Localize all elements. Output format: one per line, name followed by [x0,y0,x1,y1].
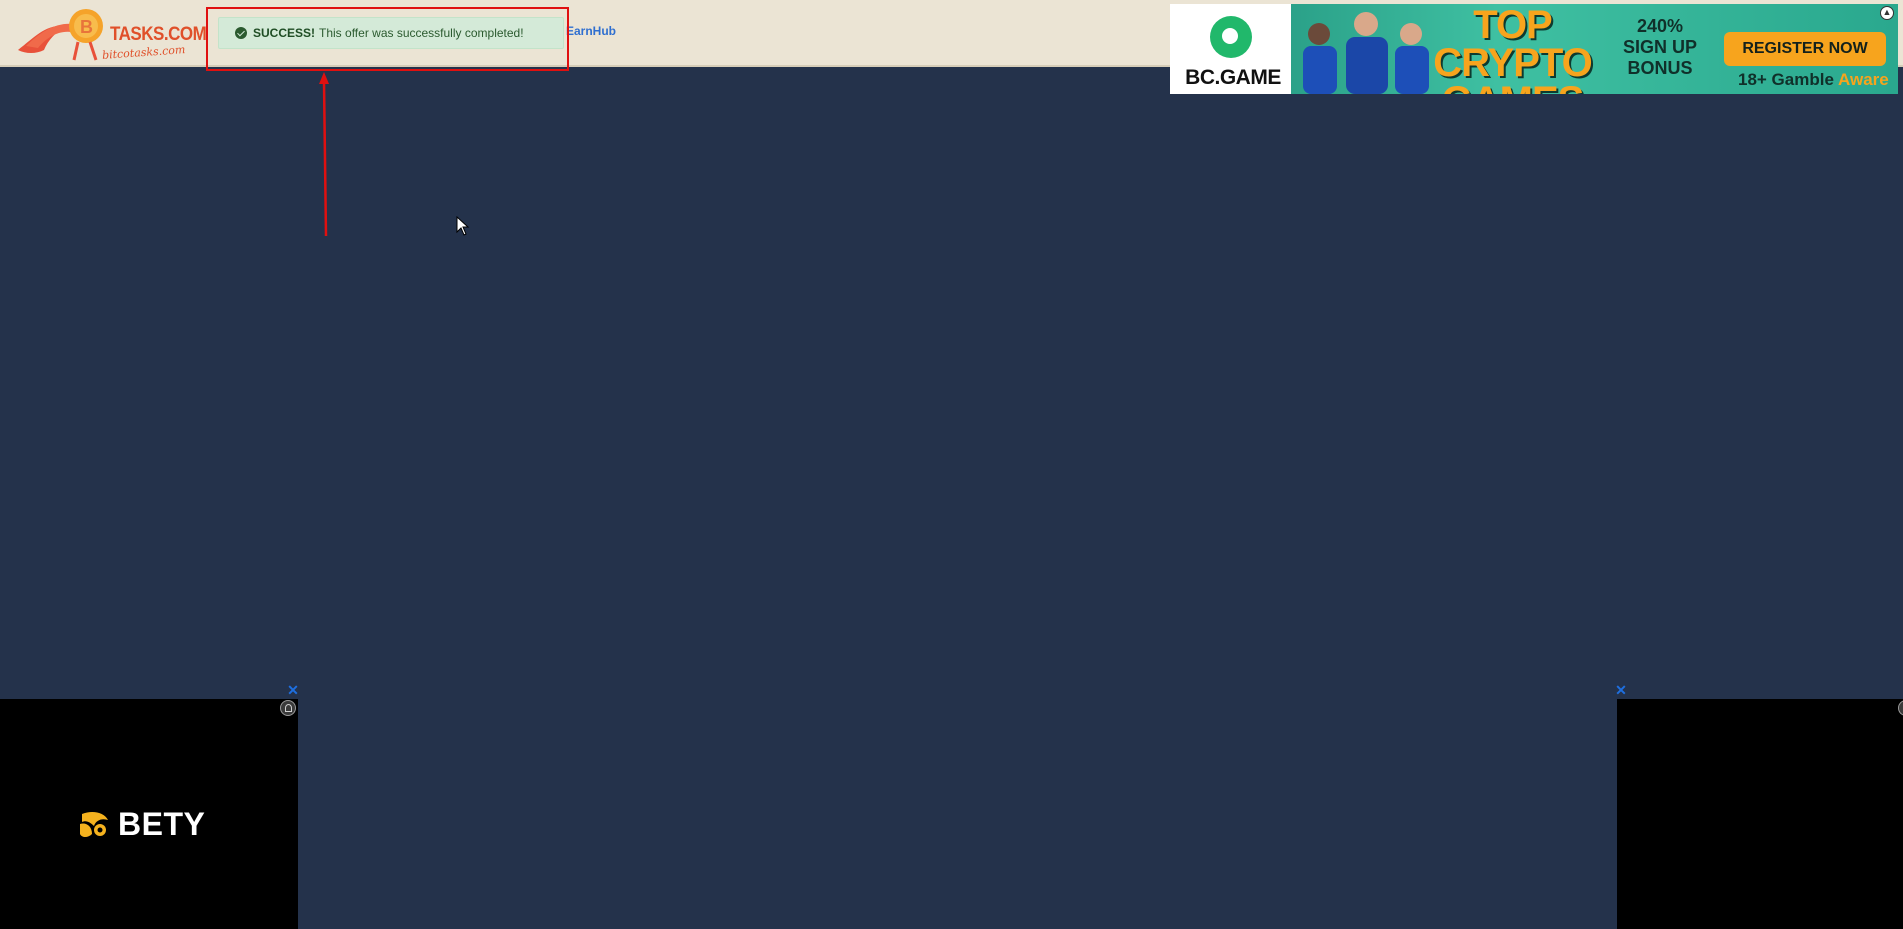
svg-text:B: B [80,17,93,37]
close-icon[interactable]: ✕ [287,683,299,697]
gamble-aware-note: 18+ Gamble Aware [1738,70,1889,90]
bety-brand-text: BETY [118,806,206,842]
adchoices-icon[interactable]: ▲ [1880,6,1894,20]
annotation-arrow-icon [319,72,329,236]
ad-bonus-line: SIGN UP [1622,37,1697,57]
annotation-highlight-box [206,7,569,71]
ad-players-image [1303,12,1429,94]
ad-bonus-text: 240% SIGN UP BONUS [1610,16,1710,79]
ad-brand-panel: BC.GAME [1170,4,1291,94]
mouse-cursor-icon [456,216,470,236]
register-now-button[interactable]: REGISTER NOW [1724,32,1886,66]
aware-text: Aware [1838,70,1889,89]
logo-text: TASKS.COM [110,22,207,45]
close-icon[interactable]: ✕ [1615,683,1627,697]
bety-logo: BETY [78,806,220,842]
bc-game-logo-icon [1210,16,1252,58]
ad-bonus-line: 240% [1636,16,1684,36]
nav-link-earnhub[interactable]: EarnHub [566,24,616,38]
ad-brand-name: BC.GAME [1185,66,1281,89]
site-logo[interactable]: B TASKS.COM bitcotasks.com [16,6,207,62]
ad-bonus-line: BONUS [1627,58,1693,78]
bottom-right-ad[interactable] [1617,699,1903,929]
top-ad-banner[interactable]: BC.GAME TOP CRYPTO GAMES 240% SIGN UP BO… [1170,4,1898,94]
adchoices-icon[interactable] [280,700,296,716]
age-note: 18+ Gamble [1738,70,1834,89]
ad-headline: TOP CRYPTO GAMES [1433,4,1592,94]
bety-eagle-icon [80,812,108,837]
